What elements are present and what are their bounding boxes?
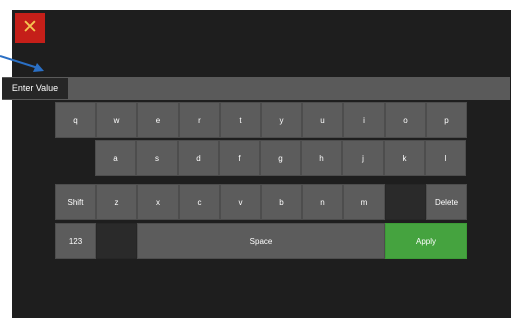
key-r[interactable]: r bbox=[179, 102, 220, 138]
key-label: c bbox=[197, 198, 202, 207]
key-label: k bbox=[402, 154, 407, 163]
blank-key bbox=[96, 223, 137, 259]
key-label: Delete bbox=[434, 198, 459, 207]
key-c[interactable]: c bbox=[179, 184, 220, 220]
key-p[interactable]: p bbox=[426, 102, 467, 138]
blank-key bbox=[385, 184, 426, 220]
key-o[interactable]: o bbox=[385, 102, 426, 138]
key-label: Shift bbox=[67, 198, 84, 207]
key-label: 123 bbox=[68, 237, 83, 246]
key-label: a bbox=[113, 154, 118, 163]
key-label: x bbox=[156, 198, 160, 207]
key-i[interactable]: i bbox=[343, 102, 385, 138]
key-label: s bbox=[155, 154, 159, 163]
callout-arrow-icon bbox=[0, 55, 44, 72]
key-label: l bbox=[444, 154, 447, 163]
key-f[interactable]: f bbox=[219, 140, 260, 176]
key-e[interactable]: e bbox=[137, 102, 179, 138]
key-label: u bbox=[320, 116, 325, 125]
key-label: p bbox=[444, 116, 449, 125]
key-label: Space bbox=[249, 237, 273, 246]
key-t[interactable]: t bbox=[220, 102, 261, 138]
key-u[interactable]: u bbox=[302, 102, 343, 138]
key-label: d bbox=[196, 154, 201, 163]
key-m[interactable]: m bbox=[343, 184, 385, 220]
space-key[interactable]: Space bbox=[137, 223, 385, 259]
key-d[interactable]: d bbox=[178, 140, 219, 176]
key-h[interactable]: h bbox=[301, 140, 342, 176]
key-label: t bbox=[239, 116, 242, 125]
key-label: Apply bbox=[415, 237, 436, 246]
key-j[interactable]: j bbox=[342, 140, 384, 176]
key-label: f bbox=[238, 154, 241, 163]
key-w[interactable]: w bbox=[96, 102, 137, 138]
key-label: z bbox=[114, 198, 119, 207]
key-label: n bbox=[320, 198, 325, 207]
value-input[interactable] bbox=[70, 77, 510, 100]
key-label: i bbox=[363, 116, 365, 125]
shift-key[interactable]: Shift bbox=[55, 184, 96, 220]
key-b[interactable]: b bbox=[261, 184, 302, 220]
key-label: r bbox=[198, 116, 201, 125]
input-label: Enter Value bbox=[2, 78, 68, 99]
key-label: j bbox=[362, 154, 364, 163]
key-z[interactable]: z bbox=[96, 184, 137, 220]
key-a[interactable]: a bbox=[95, 140, 136, 176]
numbers-key[interactable]: 123 bbox=[55, 223, 96, 259]
key-x[interactable]: x bbox=[137, 184, 179, 220]
key-label: o bbox=[403, 116, 408, 125]
key-label: v bbox=[238, 198, 243, 207]
delete-key[interactable]: Delete bbox=[426, 184, 467, 220]
apply-button[interactable]: Apply bbox=[385, 223, 467, 259]
key-label: g bbox=[278, 154, 283, 163]
key-label: e bbox=[155, 116, 161, 125]
key-q[interactable]: q bbox=[55, 102, 96, 138]
key-k[interactable]: k bbox=[384, 140, 425, 176]
key-label: y bbox=[279, 116, 284, 125]
key-g[interactable]: g bbox=[260, 140, 301, 176]
key-label: h bbox=[319, 154, 324, 163]
key-s[interactable]: s bbox=[136, 140, 178, 176]
key-y[interactable]: y bbox=[261, 102, 302, 138]
key-label: w bbox=[113, 116, 120, 125]
key-label: m bbox=[360, 198, 368, 207]
key-label: b bbox=[279, 198, 284, 207]
key-v[interactable]: v bbox=[220, 184, 261, 220]
key-l[interactable]: l bbox=[425, 140, 466, 176]
key-label: q bbox=[73, 116, 78, 125]
key-n[interactable]: n bbox=[302, 184, 343, 220]
